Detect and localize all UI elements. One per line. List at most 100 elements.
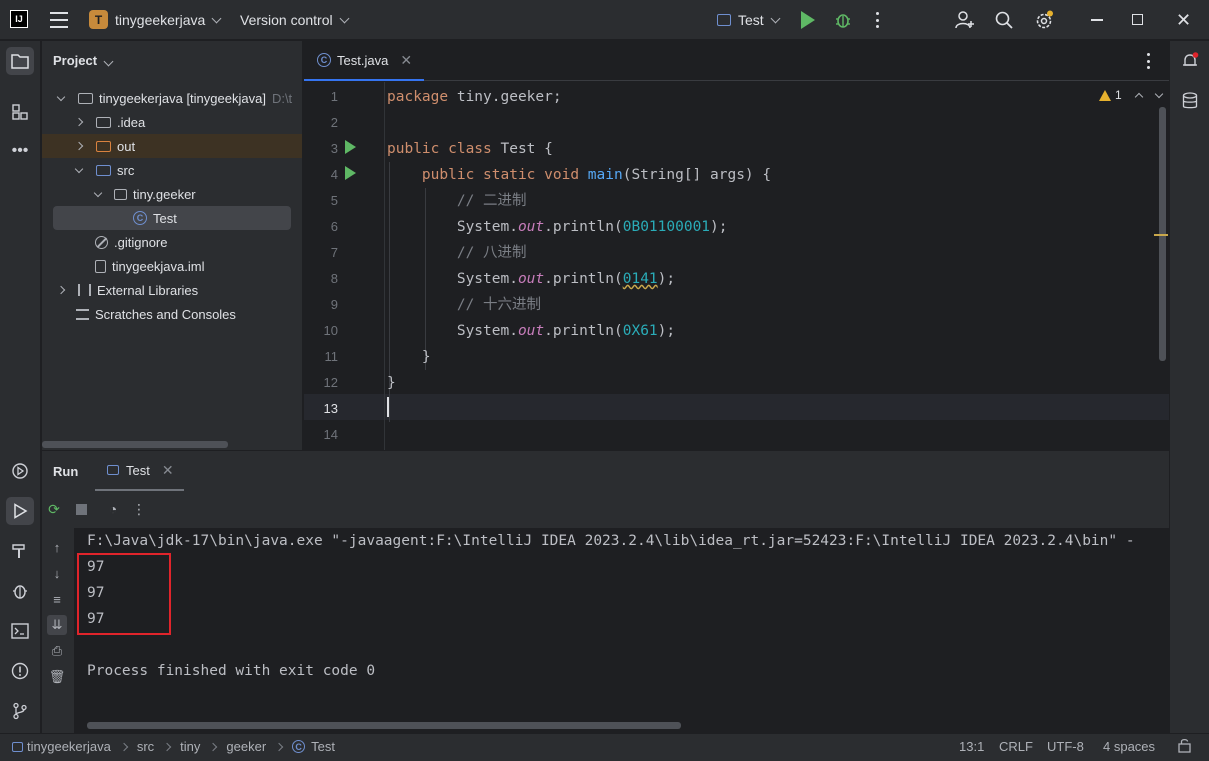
terminal-tool-icon[interactable] xyxy=(6,617,34,645)
warning-icon xyxy=(1099,89,1111,101)
expand-arrow-icon[interactable] xyxy=(93,188,103,197)
tab-test-java[interactable]: C Test.java ✕ xyxy=(304,41,424,81)
caret-position[interactable]: 13:1 xyxy=(959,739,984,754)
tree-item-src[interactable]: src xyxy=(42,158,302,182)
rerun-icon[interactable]: ⟳ xyxy=(46,501,62,517)
run-icon[interactable] xyxy=(801,11,815,29)
code-line-7[interactable]: // 八进制 xyxy=(387,240,527,266)
tree-item-gitignore[interactable]: .gitignore xyxy=(42,230,302,254)
static-field: out xyxy=(517,271,545,287)
problems-tool-icon[interactable] xyxy=(6,657,34,685)
file-icon xyxy=(95,259,106,273)
minimize-icon[interactable] xyxy=(1091,19,1103,21)
run-tool-icon[interactable] xyxy=(6,497,34,525)
search-icon[interactable] xyxy=(995,11,1013,29)
code-line-10[interactable]: System.out.println(0X61); xyxy=(387,318,675,344)
code-line-3[interactable]: public class Test { xyxy=(387,136,553,162)
project-tool-icon[interactable] xyxy=(6,47,34,75)
print-icon[interactable]: ⎙ xyxy=(49,643,65,659)
code-line-8[interactable]: System.out.println(0141); xyxy=(387,266,675,292)
breadcrumb-item[interactable]: Test xyxy=(311,739,335,754)
code-line-11[interactable]: } xyxy=(387,344,431,370)
next-highlight-icon[interactable] xyxy=(1154,89,1163,98)
add-user-icon[interactable] xyxy=(955,10,975,30)
code-line-4[interactable]: public static void main(String[] args) { xyxy=(387,162,771,188)
code-text: Test { xyxy=(491,141,553,157)
services-tool-icon[interactable] xyxy=(6,457,34,485)
build-tool-icon[interactable] xyxy=(6,537,34,565)
expand-arrow-icon[interactable] xyxy=(74,164,84,173)
more-icon[interactable]: ⋮ xyxy=(131,501,147,517)
tree-item-idea[interactable]: .idea xyxy=(42,110,302,134)
close-icon[interactable]: ✕ xyxy=(1176,10,1191,31)
hamburger-icon[interactable] xyxy=(50,12,68,28)
database-icon[interactable] xyxy=(1176,87,1204,115)
chevron-down-icon xyxy=(103,56,114,67)
soft-wrap-icon[interactable]: ≡ xyxy=(49,591,65,607)
expand-arrow-icon[interactable] xyxy=(56,285,66,295)
file-encoding[interactable]: UTF-8 xyxy=(1047,739,1084,754)
breadcrumb-item[interactable]: src xyxy=(137,739,154,754)
code-line-12[interactable]: } xyxy=(387,370,396,396)
previous-highlight-icon[interactable] xyxy=(1134,92,1143,102)
tree-item-root[interactable]: tinygeekerjava [tinygeekjava] D:\t xyxy=(42,86,302,110)
tree-item-out[interactable]: out xyxy=(42,134,302,158)
close-tab-icon[interactable]: ✕ xyxy=(162,462,174,479)
breadcrumb-item[interactable]: tiny xyxy=(180,739,200,754)
tree-item-external-libraries[interactable]: External Libraries xyxy=(42,278,302,302)
run-gutter-icon[interactable] xyxy=(345,166,356,180)
expand-arrow-icon[interactable] xyxy=(56,92,66,101)
breadcrumb-item[interactable]: tinygeekerjava xyxy=(27,739,111,754)
run-gutter-icon[interactable] xyxy=(345,140,356,154)
line-number: 13 xyxy=(323,401,338,416)
git-tool-icon[interactable] xyxy=(6,697,34,725)
more-icon[interactable] xyxy=(875,12,879,28)
package-icon xyxy=(114,188,127,200)
structure-tool-icon[interactable] xyxy=(6,98,34,126)
project-badge[interactable]: T xyxy=(89,10,108,29)
run-config-selector[interactable]: Test xyxy=(738,12,781,28)
line-separator[interactable]: CRLF xyxy=(999,739,1033,754)
inspection-widget[interactable]: 1 xyxy=(1099,88,1163,102)
read-only-lock-icon[interactable] xyxy=(1178,738,1191,756)
scroll-down-icon[interactable]: ↓ xyxy=(49,565,65,581)
project-panel-title[interactable]: Project xyxy=(53,53,114,68)
notifications-icon[interactable] xyxy=(1176,47,1204,75)
code-line-6[interactable]: System.out.println(0B01100001); xyxy=(387,214,728,240)
maximize-icon[interactable] xyxy=(1132,14,1143,25)
more-tools-icon[interactable]: ••• xyxy=(6,137,34,165)
class-icon: C xyxy=(317,53,331,67)
breadcrumb-item[interactable]: geeker xyxy=(226,739,266,754)
console-output[interactable]: F:\Java\jdk-17\bin\java.exe "-javaagent:… xyxy=(74,528,1169,733)
horizontal-scrollbar[interactable] xyxy=(42,441,228,448)
debug-tool-icon[interactable] xyxy=(6,577,34,605)
tree-item-iml[interactable]: tinygeekjava.iml xyxy=(42,254,302,278)
stop-icon[interactable] xyxy=(73,501,89,517)
settings-icon[interactable] xyxy=(1034,10,1054,30)
scroll-up-icon[interactable]: ↑ xyxy=(49,539,65,555)
class-icon: C xyxy=(133,211,147,225)
indent-settings[interactable]: 4 spaces xyxy=(1103,739,1155,754)
code-line-9[interactable]: // 十六进制 xyxy=(387,292,541,318)
number-literal-warning[interactable]: 0141 xyxy=(623,271,658,287)
tab-run-test[interactable]: Test ✕ xyxy=(95,451,184,491)
horizontal-scrollbar[interactable] xyxy=(87,722,681,729)
intellij-logo-icon[interactable]: IJ xyxy=(10,10,28,28)
version-control-menu[interactable]: Version control xyxy=(240,12,350,28)
project-selector[interactable]: tinygeekerjava xyxy=(115,12,222,28)
warning-stripe-mark[interactable] xyxy=(1154,234,1168,236)
tree-item-scratches[interactable]: Scratches and Consoles xyxy=(42,302,302,326)
clear-all-icon[interactable]: 🗑 xyxy=(49,669,66,685)
expand-arrow-icon[interactable] xyxy=(74,117,84,127)
code-line-5[interactable]: // 二进制 xyxy=(387,188,527,214)
scroll-to-end-icon[interactable]: ⇊ xyxy=(47,615,67,635)
code-line-1[interactable]: package tiny.geeker; xyxy=(387,84,562,110)
more-icon[interactable] xyxy=(1147,53,1151,69)
debug-icon[interactable] xyxy=(835,11,851,29)
tree-item-package[interactable]: tiny.geeker xyxy=(42,182,302,206)
expand-arrow-icon[interactable] xyxy=(74,141,84,151)
close-tab-icon[interactable]: ✕ xyxy=(400,52,412,69)
dump-threads-icon[interactable]: ◔ xyxy=(105,501,121,517)
tree-item-test[interactable]: C Test xyxy=(53,206,291,230)
